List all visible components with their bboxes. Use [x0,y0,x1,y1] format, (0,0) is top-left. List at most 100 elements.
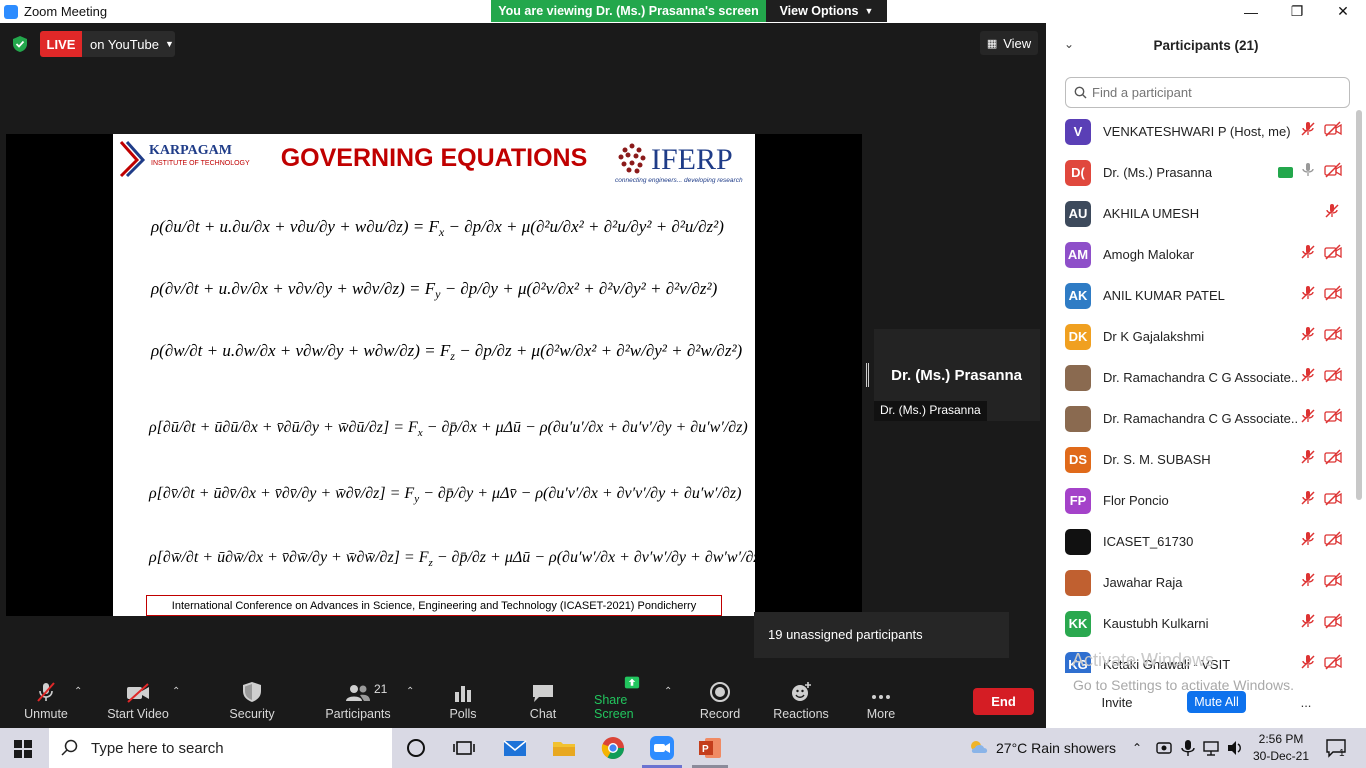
participant-mic-status[interactable] [1300,121,1316,142]
participant-search-input[interactable] [1092,85,1332,100]
more-button[interactable]: More [864,676,898,728]
participant-row[interactable]: Dr. Ramachandra C G Associate... [1046,357,1356,398]
participant-row[interactable]: ICASET_61730 [1046,521,1356,562]
participant-video-status[interactable] [1324,326,1342,347]
participant-video-status[interactable] [1324,613,1342,634]
participant-video-status[interactable] [1324,408,1342,429]
participant-row[interactable]: Jawahar Raja [1046,562,1356,603]
share-options-caret-icon[interactable]: ⌃ [664,686,672,697]
participant-mic-status[interactable] [1300,326,1316,347]
microphone-tray-icon[interactable] [1179,739,1197,757]
polls-icon [455,686,471,702]
participant-video-status[interactable] [1324,285,1342,306]
mic-muted-icon [1301,450,1315,464]
volume-icon[interactable] [1226,739,1244,757]
participant-mic-status[interactable] [1300,408,1316,429]
participant-row[interactable]: Dr. Ramachandra C G Associate... [1046,398,1356,439]
unassigned-participants-tooltip[interactable]: 19 unassigned participants [754,612,1009,658]
panel-more-button[interactable]: ... [1293,691,1319,713]
mail-icon[interactable] [502,735,528,761]
task-view-icon[interactable] [451,735,477,761]
participant-row[interactable]: D(Dr. (Ms.) Prasanna [1046,152,1356,193]
participant-mic-status[interactable] [1300,244,1316,265]
weather-widget[interactable]: 27°C Rain showers [968,728,1116,768]
close-button[interactable]: ✕ [1320,0,1366,23]
chat-button[interactable]: Chat [526,676,560,728]
minimize-button[interactable]: — [1228,0,1274,23]
participant-mic-status[interactable] [1300,490,1316,511]
view-options-button[interactable]: View Options ▼ [766,0,887,22]
participant-mic-status[interactable] [1300,162,1316,183]
restore-button[interactable]: ❐ [1274,0,1320,23]
participant-row[interactable]: AM Amogh Malokar [1046,234,1356,275]
participant-video-status[interactable] [1324,367,1342,388]
start-video-button[interactable]: Start Video [106,676,170,728]
zoom-taskbar-icon[interactable] [649,735,675,761]
speaker-video-tile[interactable]: Dr. (Ms.) Prasanna Dr. (Ms.) Prasanna [874,329,1040,421]
view-button[interactable]: ▦ View [980,31,1038,55]
taskbar-search[interactable]: Type here to search [49,728,392,768]
participant-video-status[interactable] [1324,490,1342,511]
clock-date: 30-Dec-21 [1252,749,1310,763]
video-off-icon [1324,367,1342,383]
rans-z: ρ[∂w̄/∂t + ū∂w̄/∂x + v̄∂w̄/∂y + w̄∂w̄/∂z… [148,549,755,569]
speaker-name-label: Dr. (Ms.) Prasanna [874,401,987,421]
participant-mic-status[interactable] [1324,203,1340,224]
rans-x: ρ[∂ū/∂t + ū∂ū/∂x + v̄∂ū/∂y + w̄∂ū/∂z] = … [148,419,748,439]
video-off-icon [1324,408,1342,424]
notifications-button[interactable]: 1 [1325,728,1346,768]
participant-mic-status[interactable] [1300,367,1316,388]
participant-video-status[interactable] [1324,654,1342,673]
participant-row[interactable]: KK Kaustubh Kulkarni [1046,603,1356,644]
record-button[interactable]: Record [700,676,740,728]
participant-search[interactable] [1065,77,1350,108]
reactions-button[interactable]: Reactions [772,676,830,728]
chrome-icon[interactable] [600,735,626,761]
invite-button[interactable]: Invite [1092,692,1142,712]
participant-video-status[interactable] [1324,244,1342,265]
participant-video-status[interactable] [1324,531,1342,552]
participant-video-status[interactable] [1324,572,1342,593]
participants-options-caret-icon[interactable]: ⌃ [406,686,414,697]
cortana-icon[interactable] [403,735,429,761]
participant-mic-status[interactable] [1300,285,1316,306]
network-icon[interactable] [1202,739,1220,757]
participant-mic-status[interactable] [1300,613,1316,634]
participant-mic-status[interactable] [1300,654,1316,673]
participant-row[interactable]: AK ANIL KUMAR PATEL [1046,275,1356,316]
windows-start-icon[interactable] [14,740,32,758]
participant-name: Flor Poncio [1103,493,1169,508]
taskbar-clock[interactable]: 2:56 PM 30-Dec-21 [1251,731,1311,765]
participant-video-status[interactable] [1324,162,1342,183]
participant-name: Dr. (Ms.) Prasanna [1103,165,1213,180]
video-options-caret-icon[interactable]: ⌃ [172,686,180,697]
participant-mic-status[interactable] [1300,531,1316,552]
tray-overflow-chevron-icon[interactable]: ⌃ [1132,728,1142,768]
camera-tray-icon[interactable] [1155,739,1173,757]
participant-video-status[interactable] [1324,121,1342,142]
unmute-button[interactable]: Unmute [20,676,72,728]
participant-row[interactable]: AU AKHILA UMESH [1046,193,1356,234]
participant-mic-status[interactable] [1300,449,1316,470]
audio-options-caret-icon[interactable]: ⌃ [74,686,82,697]
live-platform-dropdown[interactable]: on YouTube ▼ [82,31,175,57]
participant-video-status[interactable] [1324,449,1342,470]
end-meeting-button[interactable]: End [973,688,1034,715]
participant-mic-status[interactable] [1300,572,1316,593]
participants-scrollbar[interactable] [1356,110,1362,500]
polls-button[interactable]: Polls [446,676,480,728]
view-label: View [1003,35,1032,51]
powerpoint-icon[interactable]: P [697,735,723,761]
shield-icon [243,682,261,702]
participant-row[interactable]: V VENKATESHWARI P (Host, me) [1046,111,1356,152]
live-badge[interactable]: LIVE [40,31,82,57]
share-screen-button[interactable]: Share Screen [594,676,670,728]
mute-all-button[interactable]: Mute All [1187,691,1246,713]
participant-name: Dr. S. M. SUBASH [1103,452,1211,467]
security-button[interactable]: Security [228,676,276,728]
file-explorer-icon[interactable] [551,735,577,761]
participant-row[interactable]: DK Dr K Gajalakshmi [1046,316,1356,357]
split-divider-handle[interactable] [866,363,869,387]
participant-row[interactable]: FP Flor Poncio [1046,480,1356,521]
participant-row[interactable]: DS Dr. S. M. SUBASH [1046,439,1356,480]
